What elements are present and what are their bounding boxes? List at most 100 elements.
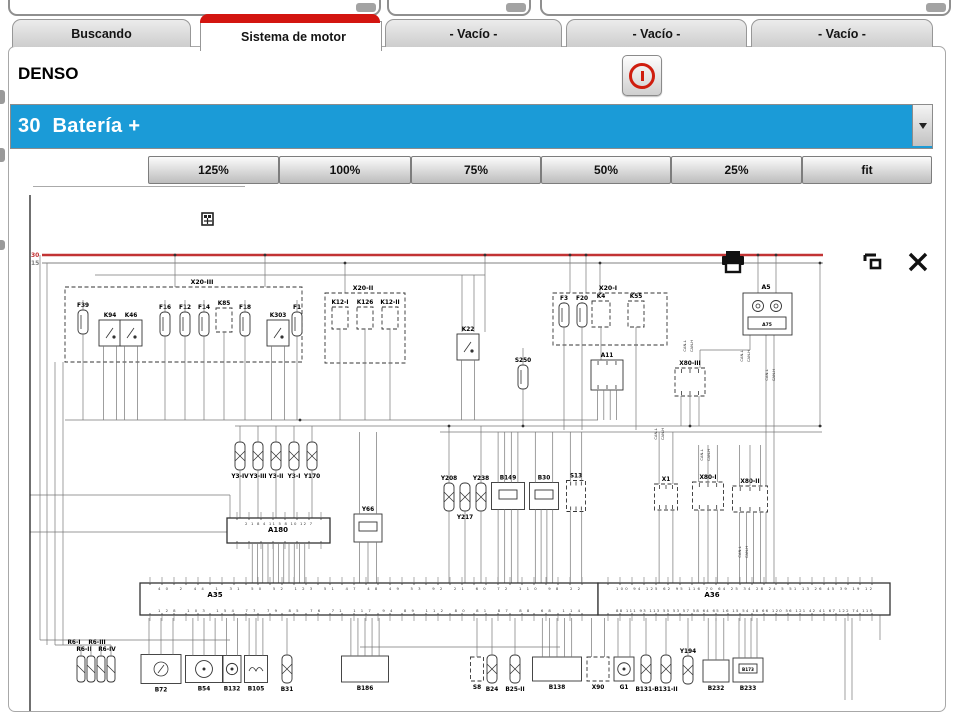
dropdown-remnant-2[interactable] <box>387 0 531 16</box>
component-Y66: Y66 <box>354 507 382 542</box>
component-K303: K303 <box>267 313 289 346</box>
svg-text:B54: B54 <box>198 687 211 693</box>
component-B186: B186 <box>342 656 389 692</box>
scroll-thumb-icon[interactable] <box>926 3 946 12</box>
svg-text:K126: K126 <box>357 300 374 306</box>
svg-text:B24: B24 <box>486 687 499 693</box>
svg-text:B105: B105 <box>248 687 265 693</box>
can-bus-label: CAN-H <box>746 350 751 362</box>
svg-text:R6-III: R6-III <box>88 640 105 646</box>
diagram-box-A5: A5 A75 <box>743 284 792 335</box>
can-bus-label: CAN-H <box>771 369 776 381</box>
component-K12-II: K12-II <box>380 300 399 329</box>
svg-text:A180: A180 <box>268 526 288 534</box>
svg-text:Y3-I: Y3-I <box>287 474 301 480</box>
tab-vac-o[interactable]: - Vacío - <box>751 19 933 47</box>
can-bus-label: CAN-L <box>764 368 769 380</box>
component-K126: K126 <box>357 300 374 329</box>
can-bus-label: CAN-H <box>744 546 749 558</box>
divider <box>33 186 245 187</box>
tab-buscando[interactable]: Buscando <box>12 19 191 47</box>
component-Y3-I: Y3-I <box>287 442 301 480</box>
svg-text:X80-III: X80-III <box>679 361 700 367</box>
svg-text:K85: K85 <box>218 301 231 307</box>
svg-text:R6-II: R6-II <box>76 647 91 653</box>
svg-text:A75: A75 <box>762 322 772 328</box>
wire-selector-dropdown[interactable]: 30 Batería + <box>10 104 933 149</box>
can-bus-label: CAN-L <box>699 448 704 460</box>
svg-text:X20-III: X20-III <box>191 279 214 286</box>
print-button[interactable] <box>720 60 750 88</box>
svg-text:K55: K55 <box>630 294 643 300</box>
close-button[interactable] <box>906 60 932 86</box>
zoom-button-75pct[interactable]: 75% <box>411 156 541 184</box>
svg-text:S13: S13 <box>570 474 582 480</box>
zoom-button-fit[interactable]: fit <box>802 156 932 184</box>
component-B131-II: B131-II <box>654 655 677 693</box>
dropdown-arrow-button[interactable] <box>912 105 932 146</box>
left-edge-mark <box>0 148 5 162</box>
can-bus-label: CAN-L <box>653 427 658 439</box>
svg-text:G1: G1 <box>620 685 629 691</box>
zoom-button-50pct[interactable]: 50% <box>541 156 671 184</box>
tab-label: - Vacío - <box>450 27 498 41</box>
info-button[interactable] <box>622 55 662 96</box>
scroll-thumb-icon[interactable] <box>506 3 526 12</box>
tab-label: - Vacío - <box>818 27 866 41</box>
component-B25-II: B25-II <box>505 655 524 693</box>
component-Y170: Y170 <box>303 442 320 480</box>
active-tab-indicator <box>200 14 380 23</box>
dropdown-remnant-3[interactable] <box>540 0 951 16</box>
zoom-button-125pct[interactable]: 125% <box>148 156 279 184</box>
component-K55: K55 <box>628 294 644 327</box>
component-X1: X1 <box>655 477 678 510</box>
svg-text:Y3-II: Y3-II <box>268 474 284 480</box>
svg-text:Y3-III: Y3-III <box>248 474 266 480</box>
component-S13: S13 <box>567 474 586 512</box>
tab-label: - Vacío - <box>633 27 681 41</box>
svg-text:B232: B232 <box>708 686 725 692</box>
can-bus-label: CAN-H <box>660 428 665 440</box>
component-A35: 40 2 44 1 31 50 52 123 51 47 48 49 53 92… <box>140 577 598 621</box>
left-edge-mark <box>0 240 5 250</box>
can-bus-label: CAN-H <box>706 449 711 461</box>
component-B131-I: B131-I <box>635 655 656 693</box>
component-B132: B132 <box>223 656 241 693</box>
svg-text:B149: B149 <box>500 476 517 482</box>
tab-vac-o[interactable]: - Vacío - <box>385 19 562 47</box>
left-edge-mark <box>0 90 5 104</box>
restore-icon <box>862 252 884 272</box>
wiring-diagram: 3015X20-IIIX20-IIX20-IA5A75F39K94K46F16F… <box>0 190 954 711</box>
svg-text:B25-II: B25-II <box>505 687 524 693</box>
svg-text:B131-II: B131-II <box>654 687 677 693</box>
component-B54: B54 <box>186 656 223 693</box>
zoom-button-100pct[interactable]: 100% <box>279 156 411 184</box>
svg-text:A5: A5 <box>761 284 770 291</box>
component-B30: B30 <box>530 476 559 510</box>
component-A36: 100 94 125 62 95 116 70 64 25 34 28 24 5… <box>598 577 890 621</box>
tab-vac-o[interactable]: - Vacío - <box>566 19 747 47</box>
tab-sistema-de-motor[interactable]: Sistema de motor <box>200 21 382 51</box>
component-K22: K22 <box>457 327 479 360</box>
restore-window-button[interactable] <box>862 62 884 82</box>
component-Y208: Y208 <box>440 476 457 511</box>
svg-text:Y217: Y217 <box>456 515 473 521</box>
component-B24: B24 <box>486 655 499 693</box>
tab-label: Sistema de motor <box>241 30 346 44</box>
component-Y217: Y217 <box>456 483 473 521</box>
svg-text:B72: B72 <box>155 688 168 694</box>
svg-text:A36: A36 <box>704 591 719 599</box>
svg-text:K22: K22 <box>462 327 475 333</box>
zoom-button-25pct[interactable]: 25% <box>671 156 802 184</box>
svg-text:K303: K303 <box>270 313 287 319</box>
component-A11: A11 <box>591 353 623 390</box>
selected-wire-label: 30 Batería + <box>11 115 140 138</box>
can-bus-label: CAN-L <box>737 545 742 557</box>
svg-text:B173: B173 <box>742 667 754 672</box>
close-icon <box>906 250 930 274</box>
scroll-thumb-icon[interactable] <box>356 3 376 12</box>
svg-text:30: 30 <box>31 252 39 259</box>
component-B105: B105 <box>245 656 268 693</box>
component-B149: B149 <box>492 476 525 510</box>
svg-text:B233: B233 <box>740 686 757 692</box>
